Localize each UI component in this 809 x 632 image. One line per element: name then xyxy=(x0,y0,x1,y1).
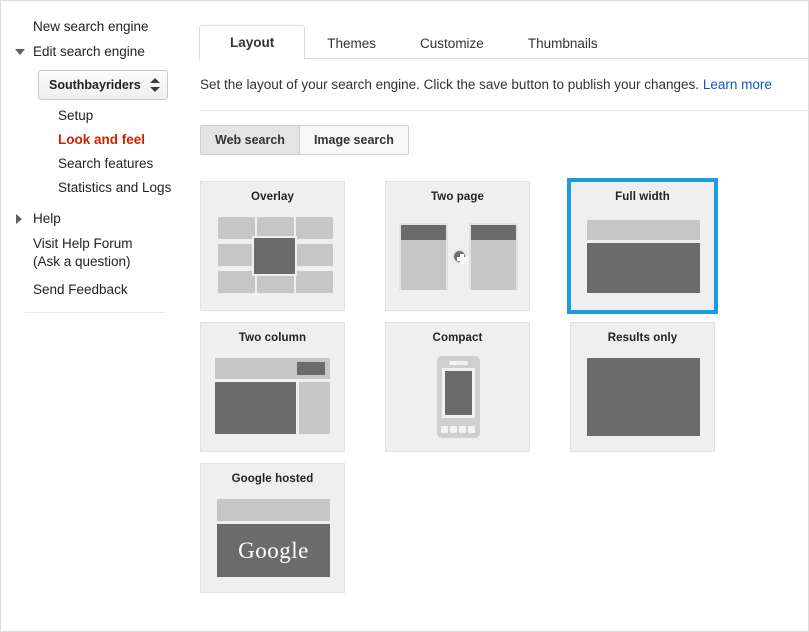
overlay-cell xyxy=(296,271,333,293)
search-engine-select-value: Southbayriders xyxy=(49,78,149,92)
panel-header-bar xyxy=(471,225,516,240)
toggle-web-search[interactable]: Web search xyxy=(201,126,299,154)
layout-thumbnail-compact xyxy=(395,352,522,442)
sidebar-item-edit-search-engine[interactable]: Edit search engine xyxy=(1,39,193,64)
overlay-cell xyxy=(296,217,333,239)
sidebar-item-label-line1: Visit Help Forum xyxy=(33,235,193,253)
phone-button xyxy=(468,426,475,433)
layout-card-title: Google hosted xyxy=(210,473,335,485)
learn-more-link[interactable]: Learn more xyxy=(703,77,772,92)
updown-chevron-icon[interactable] xyxy=(149,75,161,95)
two-page-right-panel xyxy=(469,223,518,290)
layout-thumbnail-two-column xyxy=(210,352,337,442)
layout-card-title: Results only xyxy=(580,332,705,344)
sidebar-item-new-search-engine[interactable]: New search engine xyxy=(1,14,193,39)
search-type-toggle: Web search Image search xyxy=(200,125,409,155)
overlay-cell xyxy=(218,217,255,239)
layout-thumbnail-results-only xyxy=(580,352,707,442)
layout-options-grid: Overlay Two page xyxy=(200,181,809,593)
two-page-left-panel xyxy=(399,223,448,290)
panel-header-bar xyxy=(401,225,446,240)
tab-customize[interactable]: Customize xyxy=(398,27,506,59)
google-hosted-header-bar xyxy=(217,499,330,521)
page-description-text: Set the layout of your search engine. Cl… xyxy=(200,77,699,92)
sidebar-item-label: Edit search engine xyxy=(33,42,145,62)
two-column-header-box xyxy=(297,362,325,375)
search-engine-select[interactable]: Southbayriders xyxy=(38,70,168,100)
app-root: New search engine Edit search engine Sou… xyxy=(0,0,809,632)
results-only-area xyxy=(587,358,700,436)
overlay-cell xyxy=(296,244,333,266)
phone-button xyxy=(450,426,457,433)
overlay-cell xyxy=(218,244,255,266)
phone-icon xyxy=(437,356,480,438)
layout-card-google-hosted[interactable]: Google hosted Google xyxy=(200,463,345,593)
toggle-image-search[interactable]: Image search xyxy=(299,126,408,154)
layout-card-two-page[interactable]: Two page xyxy=(385,181,530,311)
layout-card-compact[interactable]: Compact xyxy=(385,322,530,452)
panel-body xyxy=(401,240,446,290)
sidebar-item-label-line2: (Ask a question) xyxy=(33,253,193,271)
google-hosted-results-area: Google xyxy=(217,524,330,577)
phone-speaker xyxy=(449,361,468,365)
layout-thumbnail-two-page xyxy=(395,211,522,301)
layout-card-title: Full width xyxy=(580,191,705,203)
full-width-results-area xyxy=(587,243,700,293)
sidebar-item-label: Send Feedback xyxy=(33,280,128,300)
page-description: Set the layout of your search engine. Cl… xyxy=(200,76,809,94)
layout-card-results-only[interactable]: Results only xyxy=(570,322,715,452)
two-column-main-area xyxy=(215,382,296,434)
full-width-header-bar xyxy=(587,220,700,240)
sidebar-item-send-feedback[interactable]: Send Feedback xyxy=(1,274,193,303)
plus-circle-icon xyxy=(452,249,467,264)
tab-bar: Layout Themes Customize Thumbnails xyxy=(199,14,809,59)
panel-body xyxy=(471,240,516,290)
main-content: Layout Themes Customize Thumbnails Set t… xyxy=(193,1,809,631)
layout-card-title: Compact xyxy=(395,332,520,344)
phone-screen xyxy=(445,371,472,415)
sidebar-item-setup[interactable]: Setup xyxy=(1,104,193,128)
layout-thumbnail-full-width xyxy=(580,211,707,301)
sidebar-item-statistics-and-logs[interactable]: Statistics and Logs xyxy=(1,176,193,200)
overlay-center-panel xyxy=(252,236,297,276)
phone-button xyxy=(459,426,466,433)
layout-card-two-column[interactable]: Two column xyxy=(200,322,345,452)
phone-button xyxy=(441,426,448,433)
sidebar: New search engine Edit search engine Sou… xyxy=(1,1,193,631)
sidebar-item-visit-help-forum[interactable]: Visit Help Forum (Ask a question) xyxy=(1,231,193,274)
layout-thumbnail-overlay xyxy=(210,211,337,301)
layout-card-full-width[interactable]: Full width xyxy=(570,181,715,311)
layout-card-title: Two page xyxy=(395,191,520,203)
sidebar-divider xyxy=(25,312,165,313)
two-column-side-area xyxy=(299,382,330,434)
layout-card-title: Two column xyxy=(210,332,335,344)
sidebar-item-look-and-feel[interactable]: Look and feel xyxy=(1,128,193,152)
sidebar-item-label: Help xyxy=(33,209,61,229)
sidebar-item-label: New search engine xyxy=(33,17,149,37)
tab-layout[interactable]: Layout xyxy=(199,25,305,60)
content-divider xyxy=(200,110,809,111)
sidebar-item-help[interactable]: Help xyxy=(1,206,193,231)
layout-card-title: Overlay xyxy=(210,191,335,203)
layout-thumbnail-google-hosted: Google xyxy=(210,493,337,583)
google-logo: Google xyxy=(238,538,309,564)
layout-card-overlay[interactable]: Overlay xyxy=(200,181,345,311)
overlay-cell xyxy=(218,271,255,293)
sidebar-item-search-features[interactable]: Search features xyxy=(1,152,193,176)
tab-themes[interactable]: Themes xyxy=(305,27,398,59)
tab-thumbnails[interactable]: Thumbnails xyxy=(506,27,620,59)
